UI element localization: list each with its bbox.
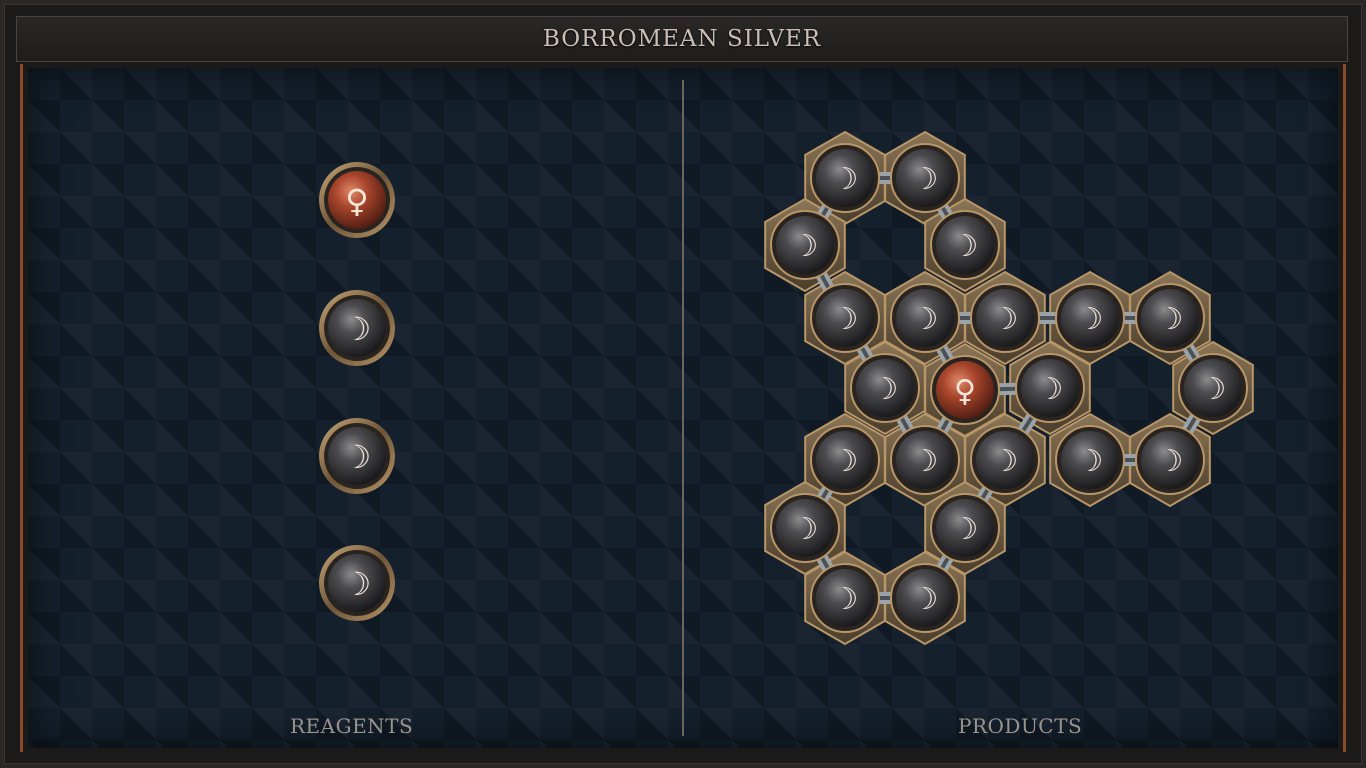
reagent-silver-atom[interactable]: ☽ — [319, 418, 395, 494]
silver-atom: ☽ — [810, 143, 880, 213]
silver-atom: ☽ — [1135, 425, 1205, 495]
copper-symbol: ♀ — [954, 374, 976, 409]
silver-symbol: ☽ — [343, 310, 372, 348]
silver-atom: ☽ — [930, 210, 1000, 280]
copper-atom: ♀ — [930, 355, 1000, 425]
reagents-label: REAGENTS — [290, 714, 414, 738]
silver-symbol: ☽ — [912, 162, 939, 197]
silver-symbol: ☽ — [912, 302, 939, 337]
silver-atom: ☽ — [1055, 425, 1125, 495]
reagent-silver-atom[interactable]: ☽ — [319, 290, 395, 366]
silver-symbol: ☽ — [992, 444, 1019, 479]
reagent-silver-atom[interactable]: ☽ — [319, 545, 395, 621]
silver-symbol: ☽ — [952, 229, 979, 264]
molecule-scene: ♀ ☽ ☽ ☽ ☽ ☽ ☽ ☽ ☽ ☽ ☽ ☽ ☽ ☽ ♀ ☽ ☽ ☽ ☽ ☽ ☽ ☽ ☽ ☽ ☽ ☽ — [319, 130, 1254, 646]
silver-symbol: ☽ — [1200, 372, 1227, 407]
silver-symbol: ☽ — [832, 302, 859, 337]
silver-atom: ☽ — [1055, 283, 1125, 353]
silver-atom: ☽ — [810, 563, 880, 633]
copper-symbol: ♀ — [345, 182, 368, 220]
silver-symbol: ☽ — [1077, 444, 1104, 479]
silver-atom: ☽ — [1135, 283, 1205, 353]
silver-symbol: ☽ — [343, 565, 372, 603]
silver-symbol: ☽ — [952, 512, 979, 547]
silver-atom: ☽ — [810, 283, 880, 353]
silver-symbol: ☽ — [992, 302, 1019, 337]
reagent-copper-atom[interactable]: ♀ — [319, 162, 395, 238]
reagents-area: ♀ ☽ ☽ ☽ — [319, 162, 395, 621]
silver-symbol: ☽ — [1157, 302, 1184, 337]
silver-atom: ☽ — [1178, 353, 1248, 423]
silver-atom: ☽ — [850, 353, 920, 423]
silver-atom: ☽ — [890, 143, 960, 213]
silver-atom: ☽ — [1015, 353, 1085, 423]
products-label: PRODUCTS — [958, 714, 1083, 738]
silver-symbol: ☽ — [1077, 302, 1104, 337]
silver-atom: ☽ — [770, 493, 840, 563]
silver-atom: ☽ — [770, 210, 840, 280]
silver-atom: ☽ — [890, 283, 960, 353]
silver-atom: ☽ — [890, 425, 960, 495]
silver-atom: ☽ — [970, 283, 1040, 353]
silver-atom: ☽ — [970, 425, 1040, 495]
silver-symbol: ☽ — [832, 582, 859, 617]
silver-symbol: ☽ — [912, 582, 939, 617]
silver-symbol: ☽ — [792, 229, 819, 264]
silver-symbol: ☽ — [832, 444, 859, 479]
silver-symbol: ☽ — [912, 444, 939, 479]
silver-symbol: ☽ — [872, 372, 899, 407]
silver-symbol: ☽ — [832, 162, 859, 197]
silver-symbol: ☽ — [792, 512, 819, 547]
silver-symbol: ☽ — [1037, 372, 1064, 407]
silver-atom: ☽ — [890, 563, 960, 633]
silver-atom: ☽ — [930, 493, 1000, 563]
silver-symbol: ☽ — [1157, 444, 1184, 479]
silver-atom: ☽ — [810, 425, 880, 495]
silver-symbol: ☽ — [343, 438, 372, 476]
